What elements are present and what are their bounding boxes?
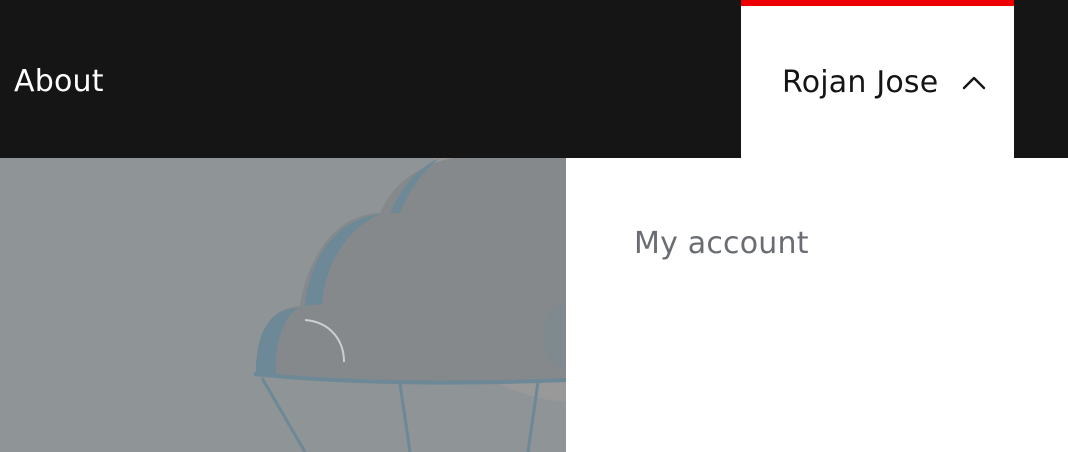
nav-link-about[interactable]: About [14,62,104,102]
menu-item-my-account[interactable]: My account [634,224,809,264]
user-name-label: Rojan Jose [782,65,939,100]
user-dropdown-menu: My account [566,158,1068,452]
chevron-up-icon [962,72,986,92]
top-navbar: About Rojan Jose [0,0,1068,158]
cloud-shape [256,158,566,382]
rope-left [260,377,307,452]
cloud-balloon-illustration [253,158,566,452]
user-menu-toggle[interactable]: Rojan Jose [741,0,1014,158]
page: About Rojan Jose My account [0,0,1068,452]
active-indicator-bar [741,0,1014,6]
rope-middle [398,383,412,452]
hero-background [0,158,566,452]
